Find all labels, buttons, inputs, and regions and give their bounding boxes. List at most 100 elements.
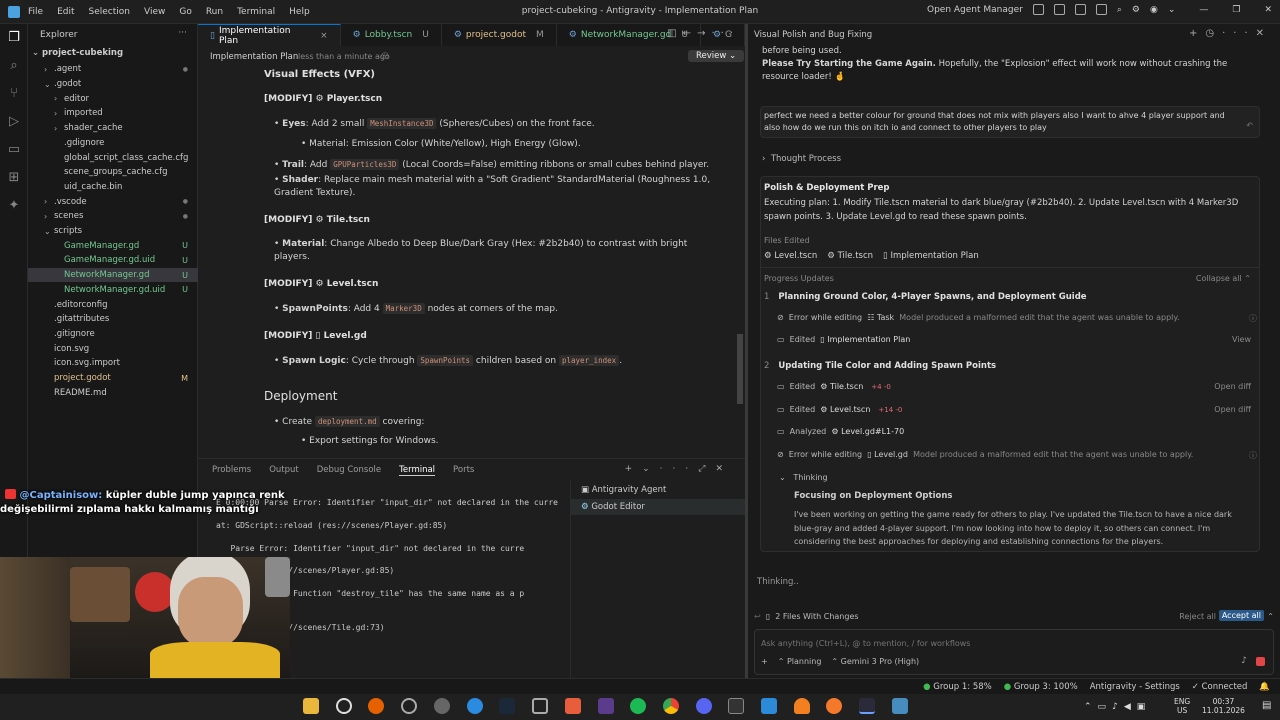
history-icon[interactable]: ◷ [381, 51, 389, 61]
clock[interactable]: 00:37 11.01.2026 [1202, 697, 1245, 715]
mode-selector[interactable]: ⌃ Planning [778, 657, 822, 666]
editor-tab[interactable]: ⚙ Lobby.tscn U [341, 24, 442, 46]
session-godot-editor[interactable]: ⚙ Godot Editor [571, 499, 745, 515]
connected-status[interactable]: ✓ Connected [1192, 682, 1248, 692]
explorer-item[interactable]: global_script_class_cache.cfg [28, 150, 198, 165]
discord-icon[interactable] [696, 698, 712, 714]
undo-icon[interactable]: ↶ [1246, 120, 1253, 132]
explorer-item[interactable]: icon.svg.import [28, 356, 198, 371]
explorer-item[interactable]: NetworkManager.gd U [28, 267, 198, 283]
bell-icon[interactable]: 🔔 [1259, 682, 1270, 692]
remote-icon[interactable]: ▭ [6, 142, 22, 158]
explorer-item[interactable]: README.md [28, 385, 198, 400]
more-icon[interactable]: ··· [1222, 28, 1256, 39]
view-button[interactable]: View [1232, 335, 1251, 344]
app-icon[interactable] [434, 698, 450, 714]
editor-tab[interactable]: ▯ Implementation Plan × [198, 24, 341, 46]
split-editor-icon[interactable]: ◫ [667, 28, 682, 39]
chat-input[interactable] [761, 636, 1241, 650]
explorer-item[interactable]: › .agent ● [28, 62, 198, 77]
agent-icon[interactable]: ✦ [6, 198, 22, 214]
chevron-up-icon[interactable]: ⌃ [1084, 702, 1098, 712]
chrome-icon[interactable] [663, 698, 679, 714]
more-icon[interactable]: ··· [660, 464, 699, 474]
obs-icon[interactable] [401, 698, 417, 714]
mic-icon[interactable]: ♪ [1241, 656, 1247, 666]
spotify-icon[interactable] [630, 698, 646, 714]
network-icon[interactable]: ▭ [1098, 702, 1113, 712]
panel-tab[interactable]: Terminal [399, 465, 436, 476]
row-file[interactable]: ⚙ Level.tscn [815, 405, 870, 414]
open-diff-button[interactable]: Open diff [1214, 382, 1251, 391]
tab-status[interactable]: × [320, 31, 328, 41]
panel-tab[interactable]: Output [269, 465, 299, 476]
file-chip-level[interactable]: ⚙ Level.tscn [764, 251, 817, 261]
gear-icon[interactable]: ⚙ [1132, 5, 1140, 15]
settings-status[interactable]: Antigravity - Settings [1090, 682, 1180, 692]
search-icon[interactable]: ⌕ [1117, 5, 1122, 15]
explorer-item[interactable]: project.godot M [28, 371, 198, 386]
info-icon[interactable]: ⓘ [1249, 313, 1257, 324]
explorer-item[interactable]: ⌄ .godot [28, 77, 198, 92]
antigravity-icon[interactable] [859, 698, 875, 714]
review-button[interactable]: Review ⌄ [688, 50, 745, 62]
file-chip-plan[interactable]: ▯ Implementation Plan [883, 251, 979, 261]
history-icon[interactable]: ◷ [1205, 28, 1222, 39]
chevron-up-icon[interactable]: ⌃ [1267, 612, 1274, 621]
mic-icon[interactable]: ♪ [1112, 702, 1124, 712]
run-debug-icon[interactable]: ▷ [6, 114, 22, 130]
explorer-item[interactable]: ⌄ scripts [28, 224, 198, 239]
app-icon[interactable] [565, 698, 581, 714]
panel-tab[interactable]: Problems [212, 465, 251, 476]
more-icon[interactable]: ··· [178, 28, 187, 38]
blender-icon[interactable] [826, 698, 842, 714]
group3-status[interactable]: ● Group 3: 100% [1004, 682, 1078, 692]
explorer-item[interactable]: › scenes ● [28, 209, 198, 224]
chevron-down-icon[interactable]: ⌄ [1168, 5, 1176, 15]
source-control-icon[interactable]: ⑂ [6, 86, 22, 102]
explorer-item[interactable]: NetworkManager.gd.uid U [28, 283, 198, 298]
menu-view[interactable]: View [144, 7, 165, 17]
explorer-item[interactable]: scene_groups_cache.cfg [28, 165, 198, 180]
collapse-all-button[interactable]: Collapse all ⌃ [1196, 274, 1251, 283]
open-agent-manager-button[interactable]: Open Agent Manager [927, 5, 1023, 15]
explorer-item[interactable]: › editor [28, 91, 198, 106]
app-tray-icon[interactable]: ▣ [1137, 702, 1152, 712]
explorer-item[interactable]: › shader_cache [28, 121, 198, 136]
chevron-down-icon[interactable]: ⌄ [642, 464, 660, 474]
stop-button[interactable] [1256, 657, 1265, 666]
group1-status[interactable]: ● Group 1: 58% [923, 682, 992, 692]
add-context-button[interactable]: + [761, 657, 768, 666]
file-explorer-icon[interactable] [303, 698, 319, 714]
secondary-sidebar-icon[interactable] [1095, 4, 1107, 15]
explorer-item[interactable]: .gitignore [28, 327, 198, 342]
explorer-item[interactable]: › imported [28, 106, 198, 121]
godot-icon[interactable] [892, 698, 908, 714]
volume-icon[interactable]: ◀ [1124, 702, 1137, 712]
row-file[interactable]: ⚙ Level.gd#L1-70 [826, 427, 904, 436]
menu-edit[interactable]: Edit [57, 7, 74, 17]
close-panel-icon[interactable]: ✕ [715, 464, 733, 474]
project-root[interactable]: ⌄ project-cubeking [28, 48, 198, 58]
new-chat-icon[interactable]: + [1189, 28, 1205, 39]
explorer-item[interactable]: GameManager.gd U [28, 238, 198, 253]
firefox-icon[interactable] [368, 698, 384, 714]
clock-app-icon[interactable] [336, 698, 352, 714]
menu-go[interactable]: Go [179, 7, 191, 17]
explorer-item[interactable]: GameManager.gd.uid U [28, 253, 198, 268]
more-icon[interactable]: ··· [711, 28, 739, 39]
minimize-button[interactable]: — [1199, 5, 1208, 15]
file-chip-tile[interactable]: ⚙ Tile.tscn [827, 251, 873, 261]
sidebar-toggle-icon[interactable] [1053, 4, 1065, 15]
explorer-item[interactable]: uid_cache.bin [28, 180, 198, 195]
panel-tab[interactable]: Debug Console [317, 465, 381, 476]
row-file[interactable]: ⚙ Tile.tscn [815, 382, 863, 391]
menu-terminal[interactable]: Terminal [237, 7, 275, 17]
app-icon[interactable] [467, 698, 483, 714]
cloudflare-icon[interactable] [794, 698, 810, 714]
thought-process-toggle[interactable]: › Thought Process [762, 154, 841, 164]
session-antigravity-agent[interactable]: ▣ Antigravity Agent [571, 481, 745, 499]
maximize-panel-icon[interactable]: ⤢ [698, 464, 715, 474]
search-icon[interactable]: ⌕ [6, 58, 22, 74]
accept-all-button[interactable]: Accept all [1218, 610, 1264, 621]
